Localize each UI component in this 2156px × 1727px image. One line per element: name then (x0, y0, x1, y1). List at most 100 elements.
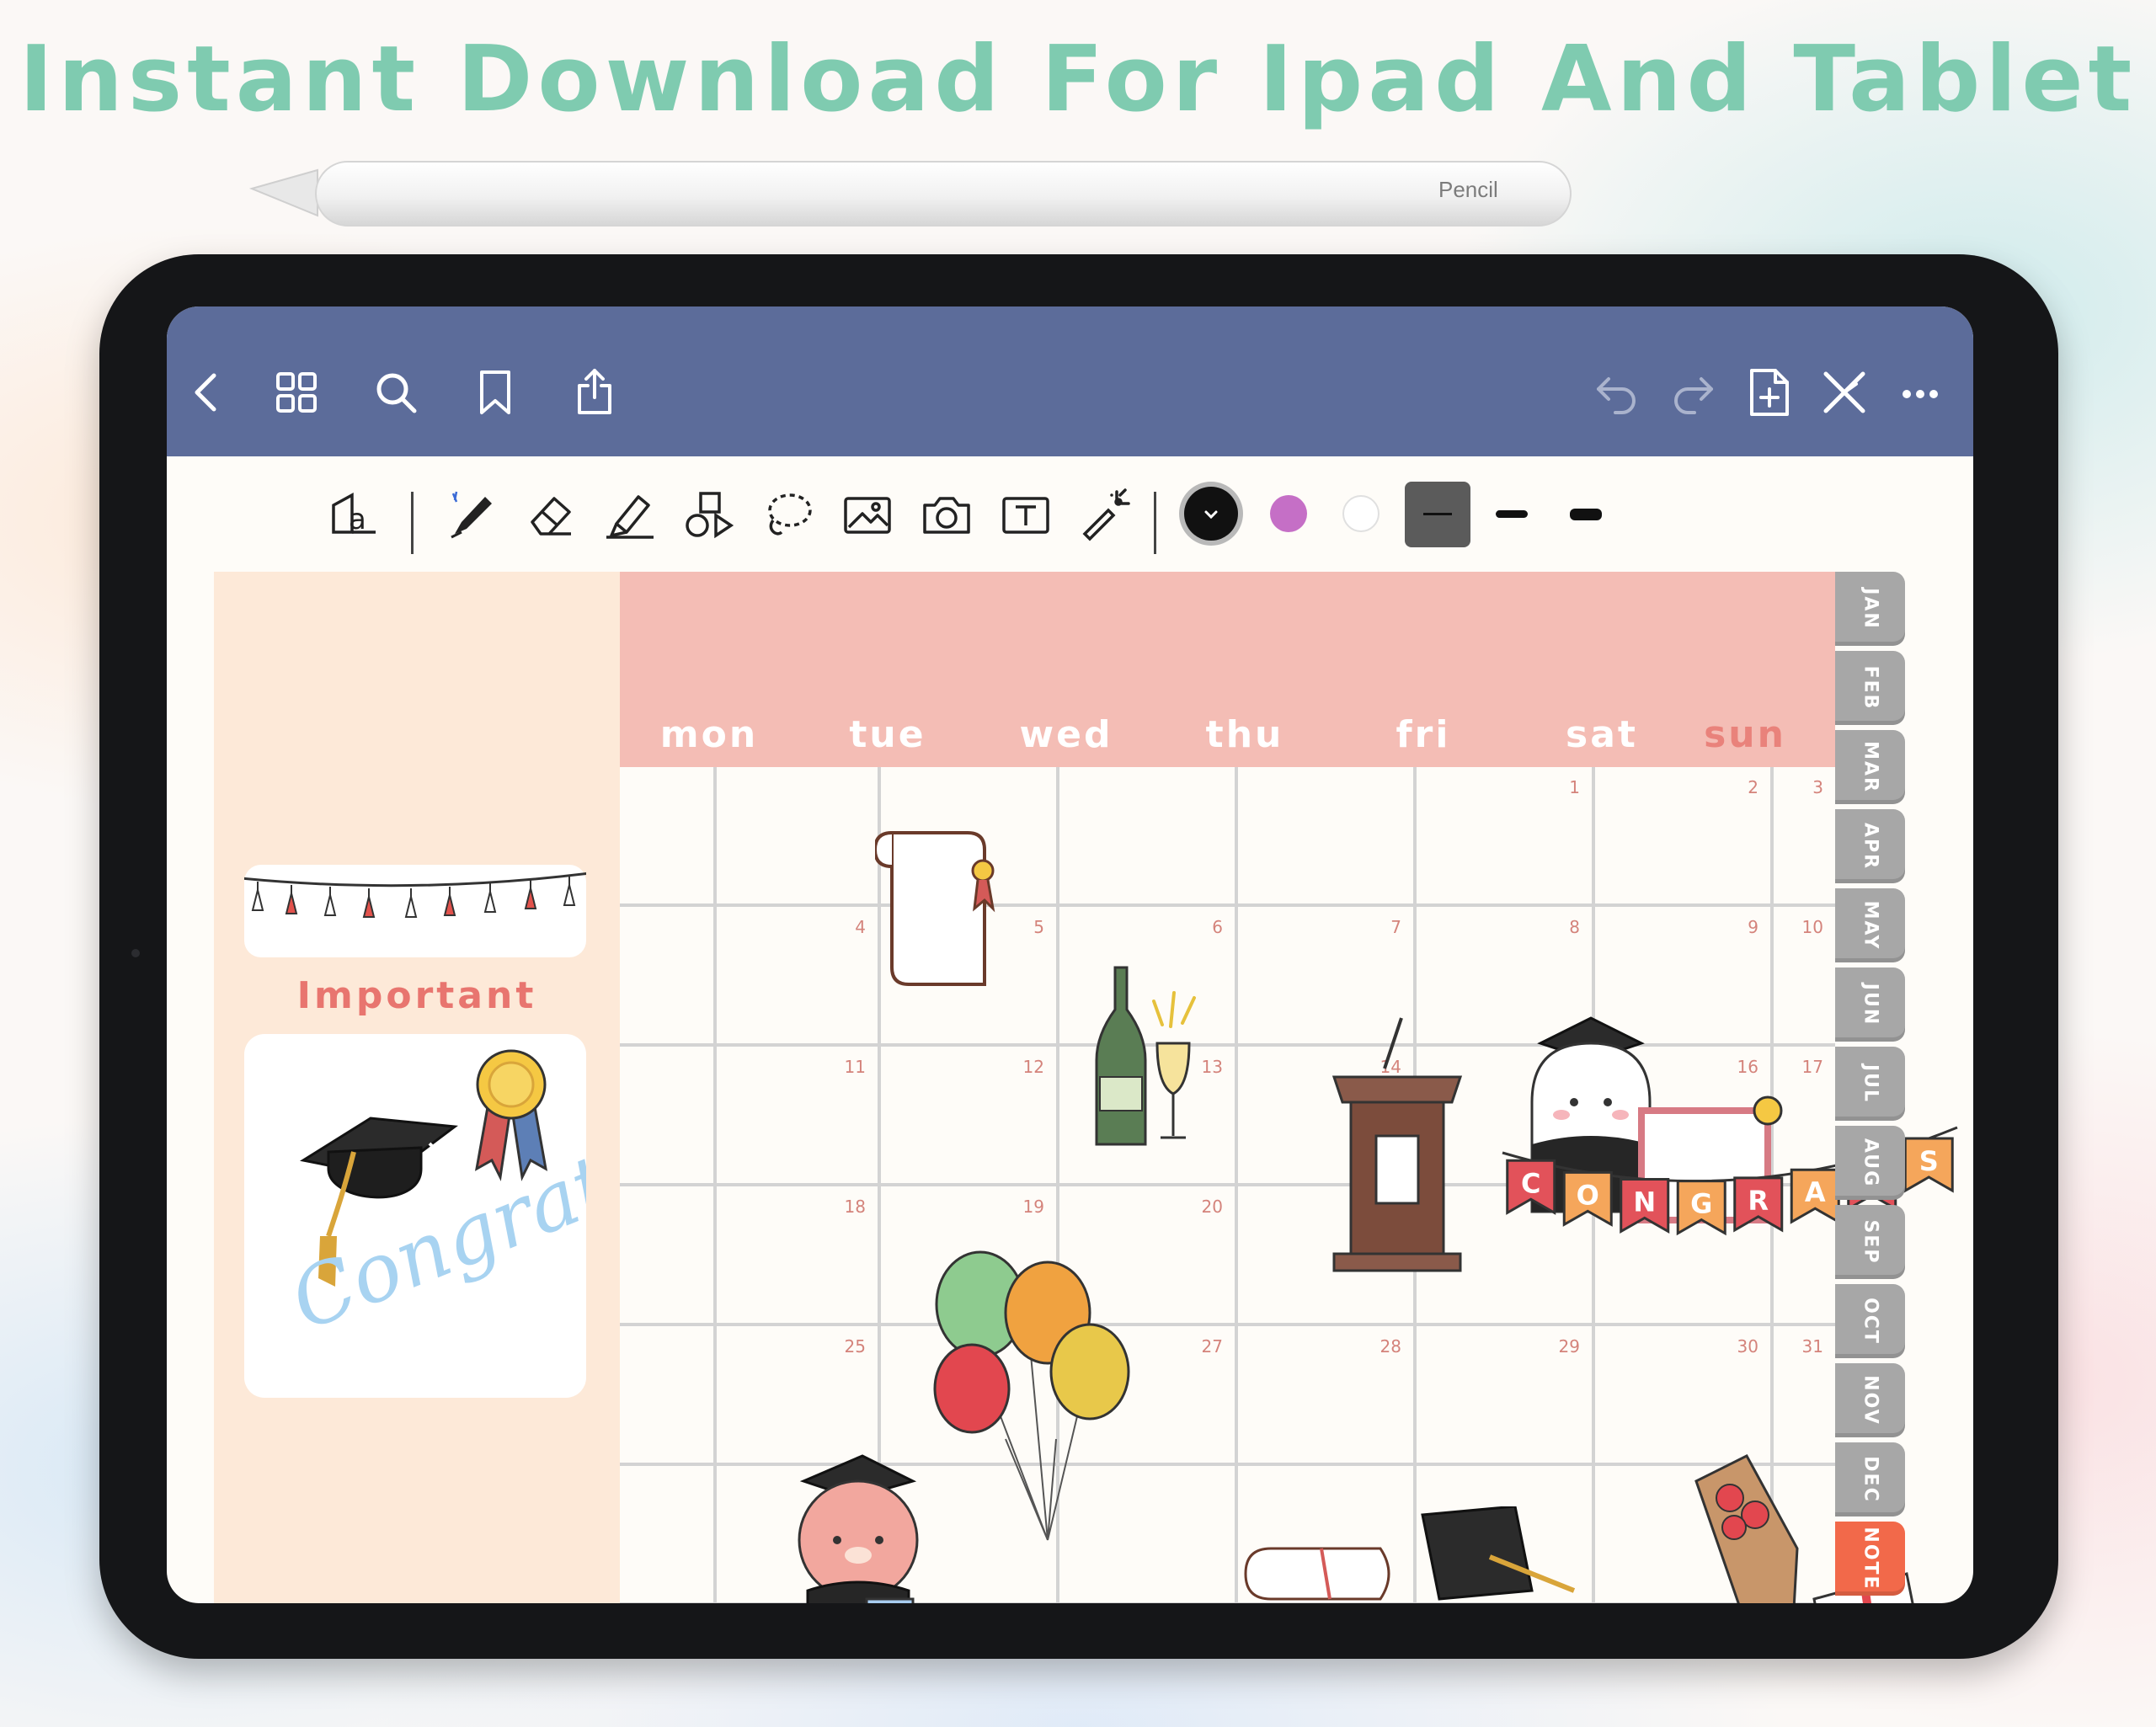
text-box-icon[interactable] (999, 488, 1053, 542)
calendar-day-cell[interactable]: 3 (1774, 767, 1835, 907)
calendar-day-cell[interactable] (1059, 767, 1238, 907)
color-swatch-purple[interactable] (1270, 495, 1307, 532)
month-tab-label: FEB (1860, 665, 1881, 711)
calendar-day-cell[interactable]: 4 (717, 907, 881, 1047)
month-tab-label: OCT (1860, 1298, 1881, 1345)
camera-icon[interactable] (920, 488, 974, 542)
month-tab-label: JUL (1860, 1063, 1881, 1104)
weekday-thu: thu (1205, 713, 1284, 756)
calendar-day-cell[interactable]: 29 (1417, 1326, 1595, 1466)
banner-letter: S (1919, 1145, 1939, 1177)
tablet-frame: a Important Congrats! mon tue wed thu fr… (99, 254, 2058, 1659)
tassel-garland-sticker (240, 871, 590, 918)
banner-letter: G (1690, 1188, 1712, 1220)
shapes-icon[interactable] (682, 488, 736, 542)
more-icon[interactable] (1895, 367, 1945, 418)
calendar-day-cell[interactable] (620, 1186, 717, 1326)
calendar-day-cell[interactable]: 2 (1595, 767, 1774, 907)
calendar-day-cell[interactable]: 1 (1417, 767, 1595, 907)
month-tab-label: JUN (1860, 983, 1881, 1026)
month-tab-label: AUG (1860, 1138, 1881, 1188)
calendar-day-cell[interactable]: 31 (1774, 1326, 1835, 1466)
pen-icon[interactable] (445, 488, 499, 542)
day-number: 2 (1748, 777, 1758, 797)
calendar-day-cell[interactable] (620, 907, 717, 1047)
camera-dot (131, 949, 140, 957)
month-tab-feb[interactable]: FEB (1835, 651, 1905, 725)
diploma-and-cap-sticker (1244, 1506, 1576, 1601)
read-only-mode-icon[interactable]: a (327, 488, 381, 542)
undo-icon[interactable] (1592, 367, 1642, 418)
back-chevron-icon[interactable] (182, 367, 232, 418)
month-tab-label: DEC (1860, 1456, 1881, 1503)
line-width-thin[interactable] (1405, 482, 1470, 547)
banner-pennant: S (1903, 1137, 1954, 1193)
redo-icon[interactable] (1668, 367, 1718, 418)
image-icon[interactable] (841, 488, 894, 542)
weekday-tue: tue (849, 713, 926, 756)
month-tab-aug[interactable]: AUG (1835, 1126, 1905, 1200)
highlighter-icon[interactable] (603, 488, 657, 542)
day-number: 6 (1212, 917, 1223, 937)
banner-letter: N (1633, 1186, 1656, 1218)
calendar-day-cell[interactable]: 30 (1595, 1326, 1774, 1466)
month-tab-dec[interactable]: DEC (1835, 1442, 1905, 1516)
important-title: Important (296, 974, 537, 1017)
month-tab-sep[interactable]: SEP (1835, 1205, 1905, 1279)
laser-pointer-icon[interactable] (1078, 488, 1132, 542)
month-tab-jul[interactable]: JUL (1835, 1047, 1905, 1121)
chevron-down-icon (1204, 510, 1218, 520)
calendar-day-cell[interactable] (620, 1326, 717, 1466)
calendar-day-cell[interactable]: 25 (717, 1326, 881, 1466)
weekday-mon: mon (659, 713, 759, 756)
month-tab-note[interactable]: NOTE (1835, 1522, 1905, 1596)
app-top-bar (167, 306, 1973, 456)
month-tab-oct[interactable]: OCT (1835, 1284, 1905, 1358)
calendar-day-cell[interactable] (620, 1047, 717, 1186)
bookmark-icon[interactable] (470, 367, 520, 418)
month-tab-label: NOV (1860, 1375, 1881, 1426)
weekday-fri: fri (1396, 713, 1451, 756)
day-number: 18 (844, 1197, 866, 1217)
important-notes-card[interactable]: Congrats! (244, 1034, 586, 1398)
month-tab-label: NOTE (1860, 1527, 1881, 1591)
line-width-medium[interactable] (1496, 510, 1528, 518)
calendar-day-cell[interactable]: 28 (1238, 1326, 1417, 1466)
grid-view-icon[interactable] (271, 367, 322, 418)
day-number: 8 (1569, 917, 1580, 937)
add-page-icon[interactable] (1743, 367, 1794, 418)
color-swatch-white[interactable] (1342, 495, 1380, 532)
lasso-icon[interactable] (761, 488, 815, 542)
line-width-thick[interactable] (1570, 509, 1602, 520)
month-tab-jun[interactable]: JUN (1835, 967, 1905, 1042)
calendar-day-cell[interactable]: 11 (717, 1047, 881, 1186)
color-swatch-black[interactable] (1184, 487, 1238, 541)
month-tab-nov[interactable]: NOV (1835, 1363, 1905, 1437)
day-number: 28 (1380, 1336, 1401, 1357)
toolbar-divider (411, 492, 414, 554)
eraser-icon[interactable] (524, 488, 578, 542)
month-tab-jan[interactable]: JAN (1835, 572, 1905, 646)
share-icon[interactable] (569, 367, 620, 418)
search-icon[interactable] (371, 367, 421, 418)
month-tab-apr[interactable]: APR (1835, 809, 1905, 883)
calendar-day-cell[interactable] (1238, 767, 1417, 907)
close-icon[interactable] (1819, 367, 1870, 418)
day-number: 9 (1748, 917, 1758, 937)
day-number: 10 (1801, 917, 1823, 937)
calendar-day-cell[interactable]: 18 (717, 1186, 881, 1326)
calendar-day-cell[interactable] (620, 767, 717, 907)
calendar-day-cell[interactable] (717, 767, 881, 907)
banner-letter: A (1805, 1176, 1826, 1208)
day-number: 12 (1022, 1057, 1044, 1077)
banner-pennant: A (1790, 1168, 1840, 1224)
day-number: 19 (1022, 1197, 1044, 1217)
month-tab-mar[interactable]: MAR (1835, 730, 1905, 804)
day-number: 7 (1390, 917, 1401, 937)
month-tab-label: JAN (1860, 588, 1881, 630)
month-tab-may[interactable]: MAY (1835, 888, 1905, 962)
champagne-sticker (1095, 966, 1196, 1146)
garland-card (240, 865, 590, 957)
calendar-day-cell[interactable]: 12 (881, 1047, 1059, 1186)
banner-letter: R (1748, 1185, 1769, 1217)
